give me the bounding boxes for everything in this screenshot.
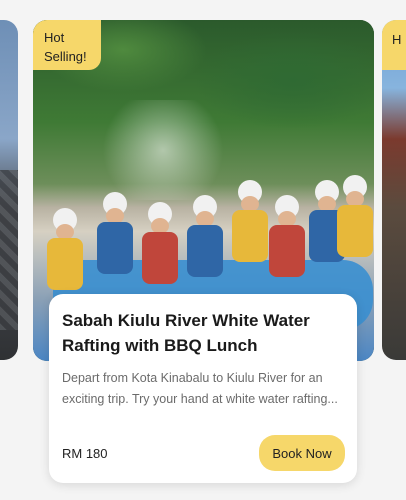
next-card-badge: H	[382, 20, 406, 70]
next-card-image	[382, 20, 406, 360]
hot-selling-badge: Hot Selling!	[33, 20, 101, 70]
rafter	[183, 195, 227, 285]
tour-description: Depart from Kota Kinabalu to Kiulu River…	[62, 371, 338, 406]
prev-card-image-detail	[0, 170, 18, 330]
tour-price: RM 180	[62, 446, 108, 461]
rafter	[333, 175, 374, 265]
tour-title[interactable]: Sabah Kiulu River White Water Rafting wi…	[62, 308, 345, 358]
rafter	[138, 202, 182, 292]
rafter	[265, 195, 309, 285]
tour-info-panel[interactable]: Sabah Kiulu River White Water Rafting wi…	[49, 294, 357, 483]
rafter	[93, 192, 137, 282]
book-now-button[interactable]: Book Now	[259, 435, 345, 471]
next-card-peek[interactable]: H	[382, 20, 406, 360]
prev-card-peek[interactable]	[0, 20, 18, 360]
rafter	[43, 208, 87, 298]
water-spray	[93, 100, 233, 200]
